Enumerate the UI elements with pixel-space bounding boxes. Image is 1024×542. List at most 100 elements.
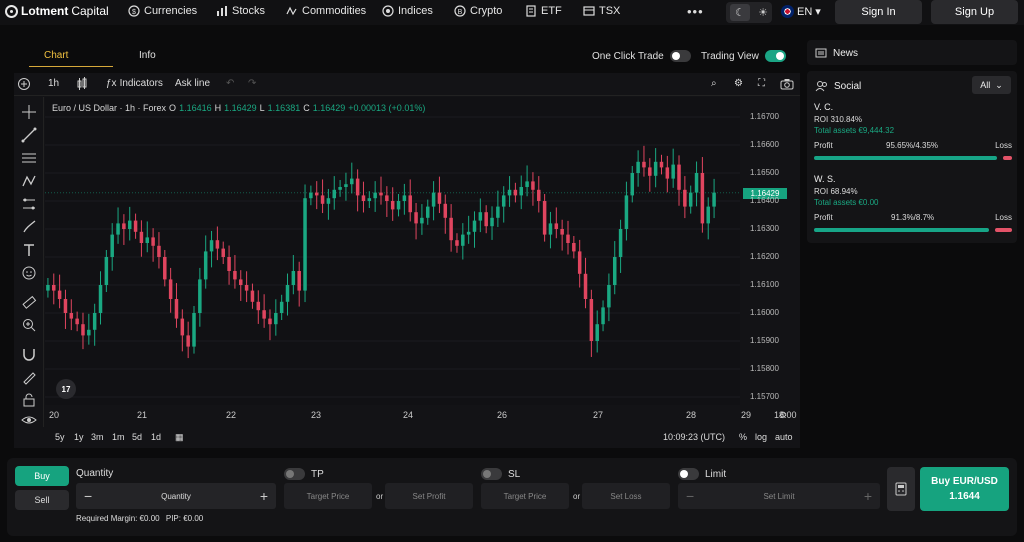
more-menu-icon[interactable]: ••• — [687, 4, 704, 19]
minus-icon[interactable]: − — [686, 488, 694, 504]
nav-crypto[interactable]: B Crypto — [454, 5, 502, 17]
quantity-stepper[interactable]: − Quantity + — [76, 483, 276, 509]
candle-body — [396, 201, 401, 210]
brand-logo[interactable]: Lotment Capital — [5, 4, 109, 18]
log-scale-toggle[interactable]: log — [755, 432, 767, 442]
nav-commodities[interactable]: Commodities — [286, 5, 366, 17]
range-5d[interactable]: 5d — [132, 432, 142, 442]
language-selector[interactable]: EN ▾ — [781, 5, 821, 18]
minus-icon[interactable]: − — [84, 488, 92, 504]
interval-selector[interactable]: 1h — [48, 78, 59, 89]
one-click-switch[interactable] — [669, 50, 691, 62]
redo-icon[interactable]: ↷ — [248, 78, 256, 89]
quantity-input[interactable]: Quantity — [161, 492, 191, 501]
trader-name: V. C. — [814, 102, 834, 112]
set-loss-field[interactable]: Set Loss — [582, 483, 670, 509]
social-filter-select[interactable]: All ⌄ — [972, 76, 1011, 94]
horizontal-lines-icon[interactable] — [21, 150, 37, 166]
ruler-icon[interactable] — [21, 294, 37, 310]
trend-line-icon[interactable] — [21, 127, 37, 143]
limit-switch[interactable] — [678, 468, 699, 480]
range-1d[interactable]: 1d — [151, 432, 161, 442]
nav-currencies[interactable]: $ Currencies — [128, 5, 197, 17]
plus-icon[interactable]: + — [260, 488, 268, 504]
nav-tsx[interactable]: TSX — [583, 5, 620, 17]
camera-icon[interactable] — [780, 77, 794, 91]
emoji-icon[interactable] — [21, 265, 37, 281]
lock-icon[interactable] — [21, 392, 37, 408]
tp-target-price-field[interactable]: Target Price — [284, 483, 372, 509]
tab-chart[interactable]: Chart — [44, 50, 68, 61]
theme-toggle[interactable]: ☾ ☀ — [726, 2, 772, 23]
set-profit-field[interactable]: Set Profit — [385, 483, 473, 509]
ask-line-button[interactable]: Ask line — [175, 78, 210, 89]
crosshair-icon[interactable] — [21, 104, 37, 120]
pip-label: PIP: — [165, 514, 181, 523]
tp-toggle[interactable]: TP — [284, 468, 324, 480]
limit-stepper[interactable]: − Set Limit + — [678, 483, 880, 509]
range-1y[interactable]: 1y — [74, 432, 84, 442]
fullscreen-icon[interactable]: ⛶ — [758, 78, 765, 89]
settings-gear-icon[interactable]: ⚙ — [734, 78, 743, 89]
sl-switch[interactable] — [481, 468, 502, 480]
sell-tab[interactable]: Sell — [15, 490, 69, 510]
text-tool-icon[interactable] — [21, 242, 37, 258]
nav-stocks[interactable]: Stocks — [216, 5, 265, 17]
indicators-button[interactable]: ƒx Indicators — [106, 78, 163, 89]
candle-body — [215, 240, 220, 249]
candle-body — [712, 192, 716, 207]
sign-in-button[interactable]: Sign In — [835, 0, 922, 24]
moon-icon[interactable]: ☾ — [730, 4, 751, 21]
brush-icon[interactable] — [21, 219, 37, 235]
eye-icon[interactable] — [21, 412, 37, 428]
measure-lines-icon[interactable] — [21, 196, 37, 212]
etf-icon — [526, 5, 536, 17]
price-chart-plot[interactable] — [45, 97, 740, 405]
one-click-trade-toggle[interactable]: One Click Trade — [592, 50, 691, 62]
tp-switch[interactable] — [284, 468, 305, 480]
trader-card[interactable]: V. C. ROI 310.84% Total assets €9,444.32… — [814, 102, 1012, 160]
nav-label: Commodities — [302, 5, 367, 17]
quick-search-icon[interactable]: ⌕ — [711, 78, 717, 89]
zoom-in-icon[interactable] — [21, 317, 37, 333]
candle-body — [385, 195, 389, 201]
nav-indices[interactable]: Indices — [382, 5, 433, 17]
nav-label: Stocks — [232, 5, 266, 17]
price-axis[interactable]: 1.16429 1.16700 1.16600 1.16500 1.16400 1.16… — [740, 97, 800, 405]
trader-card[interactable]: W. S. ROI 68.94% Total assets €0.00 Prof… — [814, 174, 1012, 232]
sl-label: SL — [508, 468, 521, 480]
pattern-icon[interactable] — [21, 173, 37, 189]
add-plus-icon[interactable] — [17, 77, 31, 91]
undo-icon[interactable]: ↶ — [226, 78, 234, 89]
buy-eurusd-button[interactable]: Buy EUR/USD 1.1644 — [920, 467, 1009, 511]
magnet-icon[interactable] — [21, 346, 37, 362]
percent-scale-toggle[interactable]: % — [739, 432, 747, 442]
lock-pencil-icon[interactable] — [21, 369, 37, 385]
trading-view-toggle[interactable]: Trading View — [701, 50, 786, 62]
plus-icon[interactable]: + — [864, 488, 872, 504]
auto-scale-toggle[interactable]: auto — [775, 432, 793, 442]
range-5y[interactable]: 5y — [55, 432, 65, 442]
candle-body — [344, 184, 348, 187]
set-limit-input[interactable]: Set Limit — [763, 492, 794, 501]
required-margin-label: Required Margin: — [76, 514, 138, 523]
sl-toggle[interactable]: SL — [481, 468, 520, 480]
utc-clock[interactable]: 10:09:23 (UTC) — [663, 432, 725, 442]
sl-target-price-field[interactable]: Target Price — [481, 483, 569, 509]
limit-toggle[interactable]: Limit — [678, 468, 726, 480]
range-3m[interactable]: 3m — [91, 432, 104, 442]
news-panel[interactable]: News — [807, 40, 1017, 65]
nav-etf[interactable]: ETF — [525, 5, 562, 17]
sign-up-button[interactable]: Sign Up — [931, 0, 1018, 24]
trading-view-switch[interactable] — [764, 50, 786, 62]
candle-body — [227, 257, 231, 271]
buy-tab[interactable]: Buy — [15, 466, 69, 486]
candles-icon[interactable] — [75, 77, 89, 91]
date-range-calendar-icon[interactable]: ▦ — [175, 432, 184, 443]
sun-icon[interactable]: ☀ — [758, 6, 768, 19]
calculator-button[interactable] — [887, 467, 915, 511]
time-axis[interactable]: ⚙ 20 21 22 23 24 26 27 28 29 18:00 — [45, 407, 797, 423]
range-1m[interactable]: 1m — [112, 432, 125, 442]
tradingview-logo[interactable]: 17 — [56, 379, 76, 399]
tab-info[interactable]: Info — [139, 50, 156, 61]
